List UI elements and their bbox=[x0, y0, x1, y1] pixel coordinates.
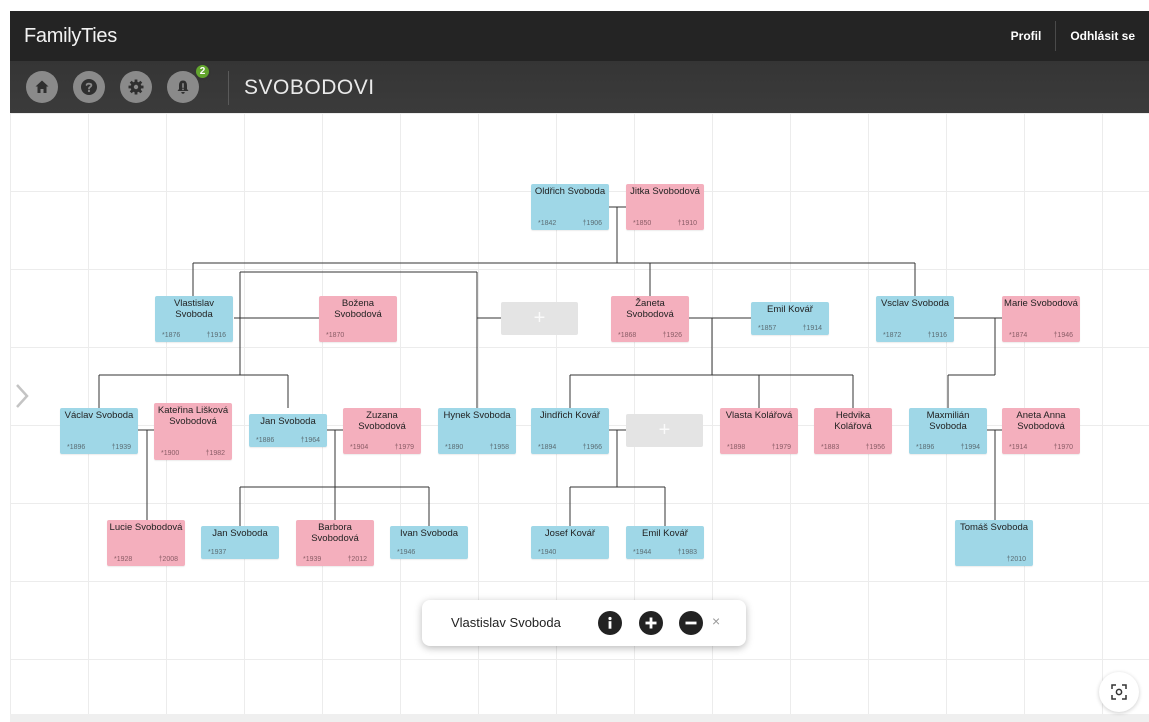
person-card-lucie[interactable]: Lucie Svobodová *1928 †2008 bbox=[107, 520, 185, 566]
person-card-jan-svoboda[interactable]: Jan Svoboda *1886 †1964 bbox=[249, 414, 327, 447]
person-card-jindrich[interactable]: Jindřich Kovář *1894 †1966 bbox=[531, 408, 609, 454]
person-card-tomas[interactable]: Tomáš Svoboda †2010 bbox=[955, 520, 1033, 566]
person-card-ivan[interactable]: Ivan Svoboda *1946 bbox=[390, 526, 468, 559]
add-spouse-slot[interactable]: + bbox=[626, 414, 703, 447]
focus-icon bbox=[1111, 684, 1127, 700]
minus-icon bbox=[685, 621, 697, 625]
person-card-barbora[interactable]: Barbora Svobodová *1939 †2012 bbox=[296, 520, 374, 566]
person-card-vaclav[interactable]: Václav Svoboda *1896 †1939 bbox=[60, 408, 138, 454]
person-card-jitka[interactable]: Jitka Svobodová *1850 †1910 bbox=[626, 184, 704, 230]
person-card-zuzana[interactable]: Zuzana Svobodová *1904 †1979 bbox=[343, 408, 421, 454]
person-card-zaneta[interactable]: Žaneta Svobodová *1868 †1926 bbox=[611, 296, 689, 342]
expand-panel-button[interactable] bbox=[14, 383, 30, 414]
person-card-vlastislav[interactable]: Vlastislav Svoboda *1876 †1916 bbox=[155, 296, 233, 342]
close-popup-button[interactable]: × bbox=[712, 613, 720, 629]
fit-to-screen-button[interactable] bbox=[1099, 672, 1139, 712]
person-card-oldrich[interactable]: Oldřich Svoboda *1842 †1906 bbox=[531, 184, 609, 230]
person-card-emil-kovar-jr[interactable]: Emil Kovář *1944 †1983 bbox=[626, 526, 704, 559]
person-card-hedvika[interactable]: Hedvika Kolářová *1883 †1956 bbox=[814, 408, 892, 454]
app-root: FamilyTies Profil Odhlásit se 2 SVOBODOV… bbox=[0, 0, 1149, 722]
person-card-maxmilian[interactable]: Maxmilián Svoboda *1896 †1994 bbox=[909, 408, 987, 454]
add-relative-button[interactable] bbox=[639, 611, 663, 635]
person-card-emil-kovar[interactable]: Emil Kovář *1857 †1914 bbox=[751, 302, 829, 335]
person-card-bozena[interactable]: Božena Svobodová *1870 bbox=[319, 296, 397, 342]
person-card-hynek[interactable]: Hynek Svoboda *1890 †1958 bbox=[438, 408, 516, 454]
plus-icon bbox=[645, 617, 657, 629]
person-card-aneta[interactable]: Aneta Anna Svobodová *1914 †1970 bbox=[1002, 408, 1080, 454]
person-info-button[interactable] bbox=[598, 611, 622, 635]
person-card-marie[interactable]: Marie Svobodová *1874 †1946 bbox=[1002, 296, 1080, 342]
person-card-vsclav[interactable]: Vsclav Svoboda *1872 †1916 bbox=[876, 296, 954, 342]
person-card-josef[interactable]: Josef Kovář *1940 bbox=[531, 526, 609, 559]
chevron-right-icon bbox=[16, 384, 29, 408]
person-card-katerina[interactable]: Kateřina Lišková Svobodová *1900 †1982 bbox=[154, 403, 232, 460]
remove-person-button[interactable] bbox=[679, 611, 703, 635]
selected-person-popup: Vlastislav Svoboda × bbox=[422, 600, 746, 646]
person-card-jan-svoboda-jr[interactable]: Jan Svoboda *1937 bbox=[201, 526, 279, 559]
selected-person-name: Vlastislav Svoboda bbox=[451, 615, 561, 630]
add-spouse-slot[interactable]: + bbox=[501, 302, 578, 335]
info-icon bbox=[608, 616, 612, 629]
person-card-vlasta[interactable]: Vlasta Kolářová *1898 †1979 bbox=[720, 408, 798, 454]
